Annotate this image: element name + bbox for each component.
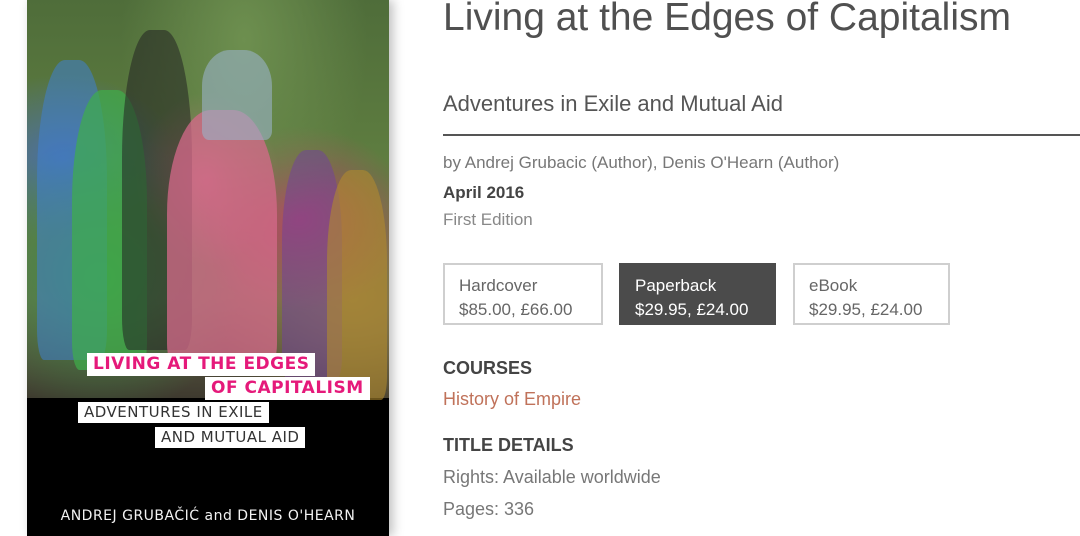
- cover-title-line-1: LIVING AT THE EDGES: [87, 353, 316, 376]
- format-price: $85.00, £66.00: [459, 300, 573, 319]
- format-name: Paperback: [635, 276, 717, 295]
- title-details-heading: TITLE DETAILS: [443, 435, 574, 455]
- format-price: $29.95, £24.00: [635, 300, 749, 319]
- book-title: Living at the Edges of Capitalism: [443, 0, 1011, 39]
- cover-subtitle-line-1: ADVENTURES IN EXILE: [78, 402, 269, 423]
- pages-info: Pages: 336: [443, 499, 535, 519]
- format-ebook-button[interactable]: eBook $29.95, £24.00: [793, 263, 950, 325]
- cover-photo: [27, 0, 389, 400]
- rights-info: Rights: Available worldwide: [443, 467, 661, 487]
- author-byline: by Andrej Grubacic (Author), Denis O'Hea…: [443, 153, 840, 172]
- format-price: $29.95, £24.00: [809, 300, 923, 319]
- book-subtitle: Adventures in Exile and Mutual Aid: [443, 91, 783, 116]
- courses-heading: COURSES: [443, 358, 533, 378]
- cover-subtitle-line-2: AND MUTUAL AID: [155, 427, 306, 448]
- edition: First Edition: [443, 210, 533, 229]
- publication-date: April 2016: [443, 183, 525, 202]
- divider: [443, 134, 1080, 136]
- course-link-history-of-empire[interactable]: History of Empire: [443, 389, 581, 410]
- format-hardcover-button[interactable]: Hardcover $85.00, £66.00: [443, 263, 603, 325]
- cover-authors: ANDREJ GRUBAČIĆ and DENIS O'HEARN: [60, 508, 356, 524]
- format-name: eBook: [809, 276, 858, 295]
- format-paperback-button[interactable]: Paperback $29.95, £24.00: [619, 263, 776, 325]
- format-name: Hardcover: [459, 276, 538, 295]
- book-cover-image[interactable]: LIVING AT THE EDGES OF CAPITALISM ADVENT…: [27, 0, 389, 536]
- cover-title-line-2: OF CAPITALISM: [205, 377, 370, 400]
